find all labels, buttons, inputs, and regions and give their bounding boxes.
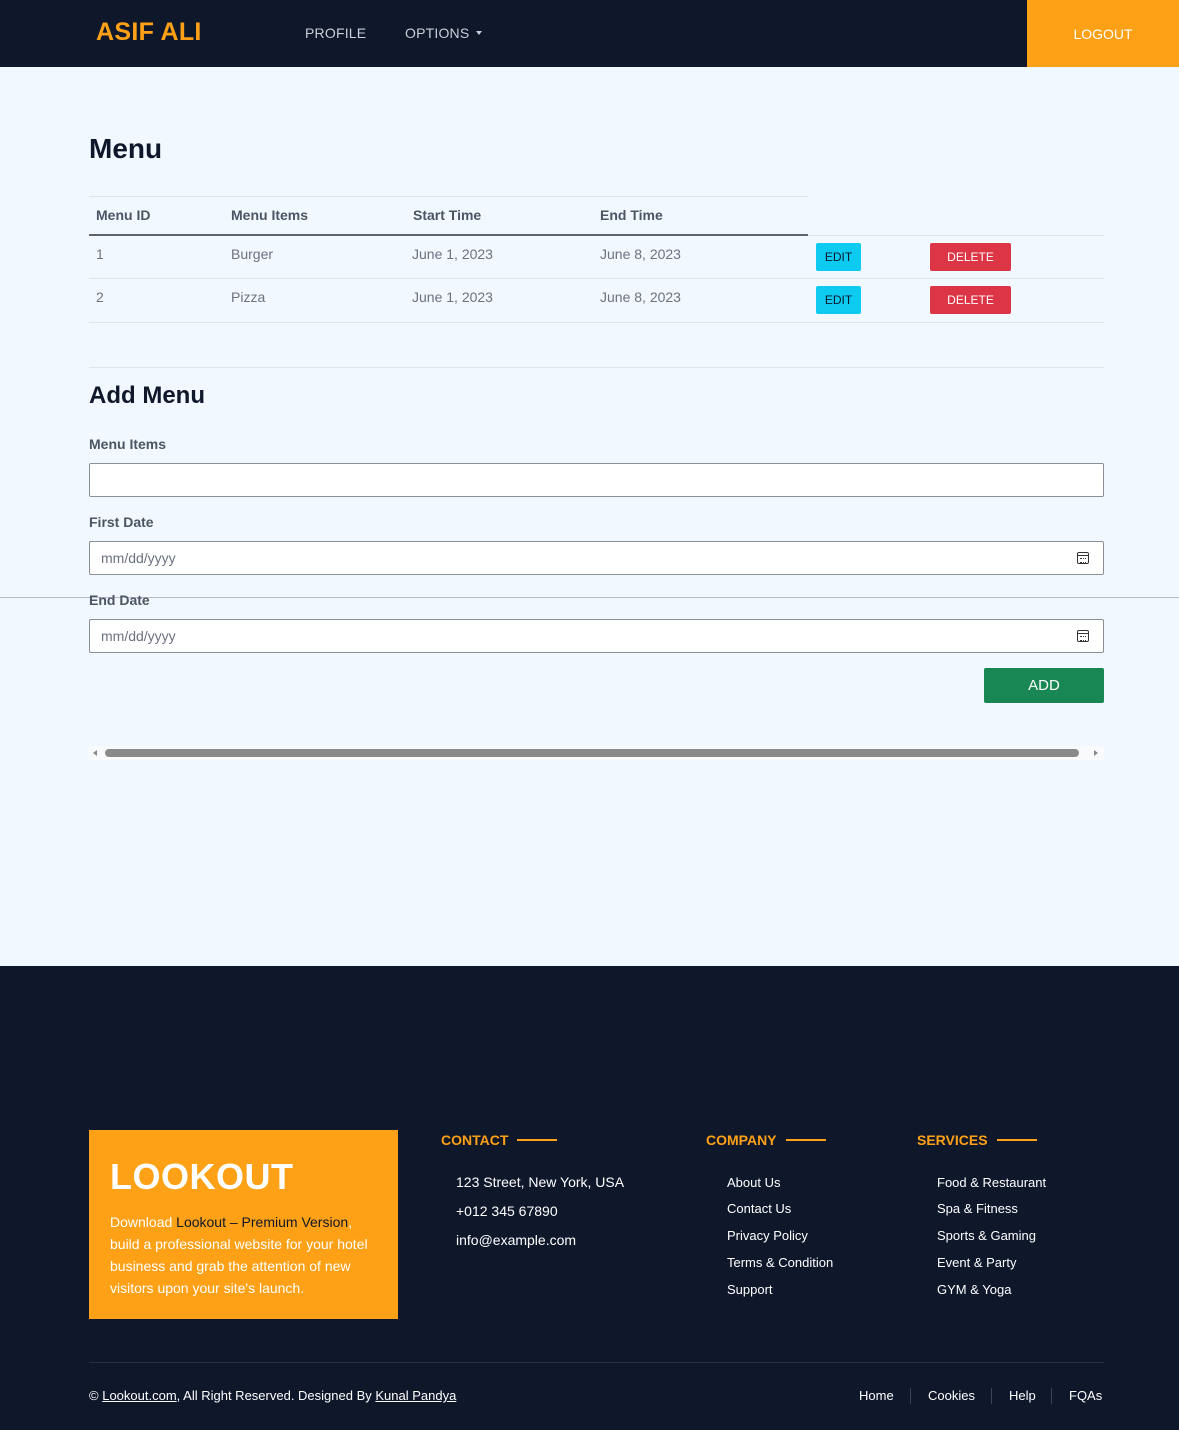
- calendar-icon[interactable]: [1077, 552, 1089, 564]
- site-link[interactable]: Lookout.com: [102, 1388, 176, 1403]
- services-heading-label: SERVICES: [917, 1132, 988, 1148]
- column-header-start-time: Start Time: [413, 207, 482, 223]
- scroll-right-arrow-icon[interactable]: [1094, 750, 1098, 756]
- navbar: ASIF ALI PROFILE OPTIONS LOGOUT: [0, 0, 1179, 67]
- copyright-symbol: ©: [89, 1388, 99, 1403]
- footer-link-gym[interactable]: GYM & Yoga: [937, 1282, 1011, 1297]
- link-separator: [991, 1388, 992, 1404]
- footer-bottom-help[interactable]: Help: [1009, 1388, 1036, 1403]
- column-header-end-time: End Time: [600, 207, 663, 223]
- footer-link-terms[interactable]: Terms & Condition: [727, 1255, 833, 1270]
- services-heading: SERVICES: [917, 1132, 1037, 1148]
- first-date-placeholder: mm/dd/yyyy: [101, 550, 176, 566]
- brand-logo[interactable]: ASIF ALI: [96, 18, 202, 47]
- footer-link-sports[interactable]: Sports & Gaming: [937, 1228, 1036, 1243]
- table-header-border: [89, 234, 808, 236]
- footer-bottom-cookies[interactable]: Cookies: [928, 1388, 975, 1403]
- nav-options-dropdown[interactable]: OPTIONS: [405, 25, 483, 41]
- cell-menu-id: 1: [96, 246, 104, 262]
- promo-premium-link[interactable]: Lookout – Premium Version: [176, 1214, 348, 1230]
- horizontal-rule: [0, 597, 1179, 598]
- designer-link[interactable]: Kunal Pandya: [375, 1388, 456, 1403]
- end-date-placeholder: mm/dd/yyyy: [101, 628, 176, 644]
- footer-bottom-fqas[interactable]: FQAs: [1069, 1388, 1102, 1403]
- cell-menu-item: Pizza: [231, 289, 266, 305]
- row-divider: [89, 322, 1104, 323]
- menu-items-label: Menu Items: [89, 436, 167, 452]
- nav-profile-link[interactable]: PROFILE: [305, 25, 366, 41]
- footer-link-spa[interactable]: Spa & Fitness: [937, 1201, 1018, 1216]
- first-date-input[interactable]: mm/dd/yyyy: [89, 541, 1104, 575]
- footer-bottom-home[interactable]: Home: [859, 1388, 894, 1403]
- promo-text-prefix: Download: [110, 1214, 177, 1230]
- contact-heading-label: CONTACT: [441, 1132, 509, 1148]
- footer-link-event[interactable]: Event & Party: [937, 1255, 1016, 1270]
- promo-title: LOOKOUT: [110, 1156, 294, 1197]
- footer-link-privacy-policy[interactable]: Privacy Policy: [727, 1228, 808, 1243]
- edit-button[interactable]: EDIT: [816, 286, 861, 314]
- row-divider: [89, 278, 1104, 279]
- footer-link-about-us[interactable]: About Us: [727, 1175, 780, 1190]
- delete-button[interactable]: DELETE: [930, 286, 1011, 314]
- footer-link-support[interactable]: Support: [727, 1282, 773, 1297]
- promo-text: Download Lookout – Premium Version, buil…: [110, 1211, 385, 1299]
- promo-box: LOOKOUT Download Lookout – Premium Versi…: [89, 1130, 398, 1319]
- cell-menu-item: Burger: [231, 246, 274, 262]
- page-title: Menu: [89, 133, 163, 164]
- footer: LOOKOUT Download Lookout – Premium Versi…: [0, 966, 1179, 1430]
- column-header-menu-id: Menu ID: [96, 207, 151, 223]
- form-title: Add Menu: [89, 382, 205, 409]
- section-divider: [89, 367, 1104, 368]
- end-date-label: End Date: [89, 592, 150, 608]
- company-heading: COMPANY: [706, 1132, 826, 1148]
- company-heading-label: COMPANY: [706, 1132, 777, 1148]
- contact-address: 123 Street, New York, USA: [456, 1174, 625, 1190]
- delete-button[interactable]: DELETE: [930, 243, 1011, 271]
- nav-options-label: OPTIONS: [405, 25, 470, 41]
- contact-heading: CONTACT: [441, 1132, 557, 1148]
- row-divider: [808, 235, 1104, 236]
- logout-button[interactable]: LOGOUT: [1027, 0, 1179, 67]
- cell-start-time: June 1, 2023: [412, 289, 493, 305]
- link-separator: [910, 1388, 911, 1404]
- scroll-left-arrow-icon[interactable]: [93, 750, 97, 756]
- caret-down-icon: [476, 31, 483, 35]
- contact-email: info@example.com: [456, 1232, 577, 1248]
- footer-link-contact-us[interactable]: Contact Us: [727, 1201, 791, 1216]
- add-button[interactable]: ADD: [984, 668, 1104, 703]
- footer-divider: [89, 1362, 1104, 1363]
- copyright: © Lookout.com, All Right Reserved. Desig…: [89, 1388, 456, 1403]
- column-header-menu-items: Menu Items: [231, 207, 309, 223]
- cell-start-time: June 1, 2023: [412, 246, 493, 262]
- cell-end-time: June 8, 2023: [600, 246, 681, 262]
- footer-link-food[interactable]: Food & Restaurant: [937, 1175, 1046, 1190]
- link-separator: [1051, 1388, 1052, 1404]
- copyright-text: , All Right Reserved. Designed By: [176, 1388, 376, 1403]
- calendar-icon[interactable]: [1077, 630, 1089, 642]
- menu-items-input[interactable]: [89, 463, 1104, 497]
- first-date-label: First Date: [89, 514, 154, 530]
- horizontal-scrollbar[interactable]: [89, 746, 1104, 760]
- edit-button[interactable]: EDIT: [816, 243, 861, 271]
- contact-phone: +012 345 67890: [456, 1203, 558, 1219]
- cell-menu-id: 2: [96, 289, 104, 305]
- end-date-input[interactable]: mm/dd/yyyy: [89, 619, 1104, 653]
- table-top-border: [89, 196, 808, 197]
- scrollbar-thumb[interactable]: [105, 749, 1079, 757]
- cell-end-time: June 8, 2023: [600, 289, 681, 305]
